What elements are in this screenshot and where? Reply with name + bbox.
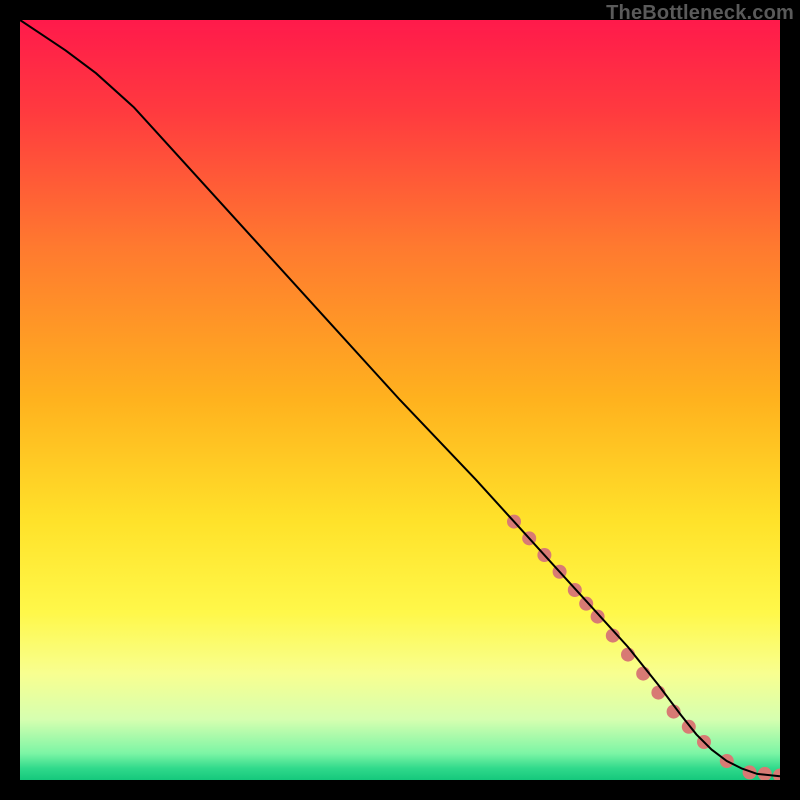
- highlight-dots-group: [507, 515, 780, 780]
- chart-svg: [20, 20, 780, 780]
- bottleneck-curve-line: [20, 20, 780, 776]
- watermark-text: TheBottleneck.com: [606, 2, 794, 25]
- highlight-dot: [579, 597, 593, 611]
- highlight-dot: [591, 610, 605, 624]
- plot-area: [20, 20, 780, 780]
- highlight-dot: [773, 768, 780, 780]
- chart-stage: TheBottleneck.com: [0, 0, 800, 800]
